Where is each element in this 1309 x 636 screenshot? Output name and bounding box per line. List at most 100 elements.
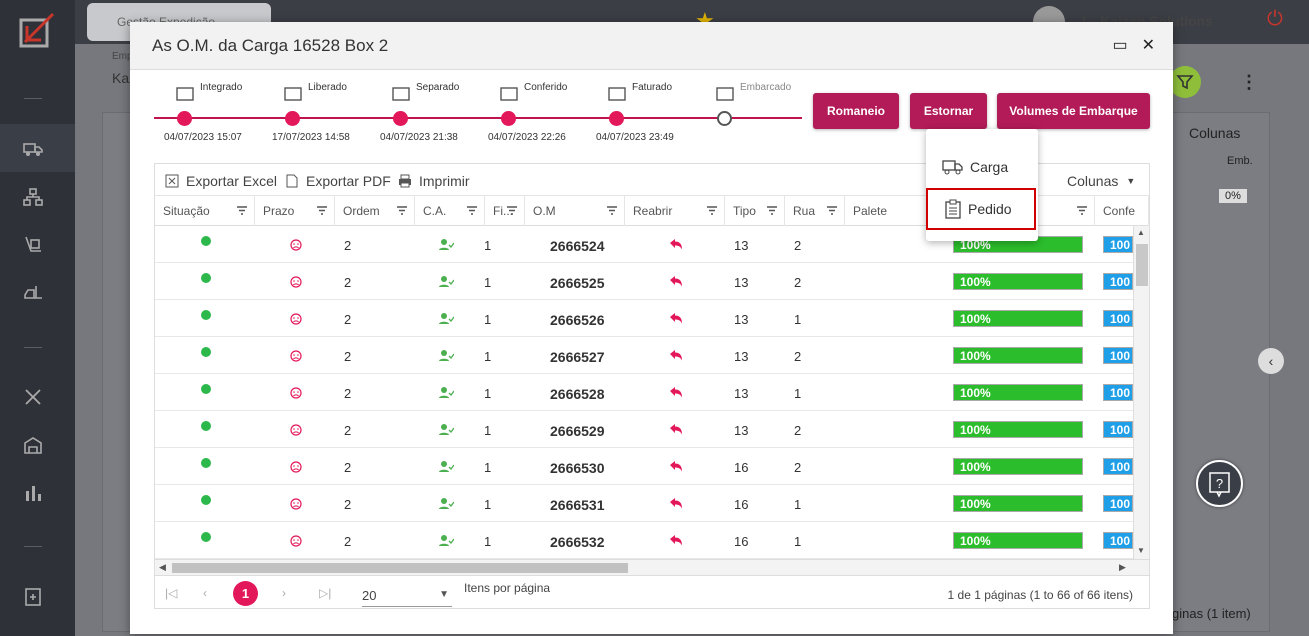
next-page-icon[interactable]: › — [282, 586, 286, 600]
reopen-icon[interactable] — [668, 459, 684, 475]
tools-icon[interactable] — [22, 386, 44, 408]
column-header[interactable]: Tipo — [725, 196, 785, 226]
modal-header: As O.M. da Carga 16528 Box 2 ▭ ✕ — [130, 22, 1173, 70]
current-page-button[interactable]: 1 — [233, 581, 258, 606]
status-ok-icon — [201, 495, 211, 505]
columns-menu[interactable]: Colunas ▼ — [1067, 173, 1135, 189]
export-icon[interactable] — [22, 586, 44, 608]
table-row[interactable]: 2 1 2666526 13 1 100% 100 — [155, 300, 1133, 337]
sidebar-divider — [24, 347, 42, 348]
cell-rua: 1 — [794, 497, 802, 512]
bar-chart-icon[interactable] — [22, 482, 44, 504]
more-menu-icon[interactable]: ⋮ — [1240, 72, 1258, 93]
cell-ordem: 2 — [344, 497, 352, 512]
table-row[interactable]: 2 1 2666531 16 1 100% 100 — [155, 485, 1133, 522]
om-modal: As O.M. da Carga 16528 Box 2 ▭ ✕ Integra… — [130, 22, 1173, 634]
filter-icon[interactable] — [607, 206, 617, 215]
filter-icon[interactable] — [507, 206, 517, 215]
network-icon[interactable] — [22, 186, 44, 208]
table-row[interactable]: 2 1 2666528 13 1 100% 100 — [155, 374, 1133, 411]
filter-icon[interactable] — [1077, 206, 1087, 215]
column-header[interactable]: Fi... — [485, 196, 525, 226]
reopen-icon[interactable] — [668, 274, 684, 290]
column-header[interactable]: Ordem — [335, 196, 415, 226]
reopen-icon[interactable] — [668, 533, 684, 549]
logout-icon[interactable]: ⏻ — [1267, 8, 1283, 31]
reopen-icon[interactable] — [668, 237, 684, 253]
truck-icon[interactable] — [22, 138, 44, 160]
filter-icon[interactable] — [707, 206, 717, 215]
dropdown-item-pedido[interactable]: Pedido — [926, 188, 1036, 230]
cell-rua: 1 — [794, 386, 802, 401]
scroll-left-icon[interactable]: ◀ — [159, 562, 166, 573]
status-ok-icon — [201, 532, 211, 542]
reopen-icon[interactable] — [668, 385, 684, 401]
print-label: Imprimir — [419, 173, 470, 189]
bg-footer-text: ginas (1 item) — [1172, 606, 1251, 621]
column-header[interactable]: O.M — [525, 196, 625, 226]
progress-bar: 100% — [953, 421, 1083, 438]
sad-face-icon — [290, 461, 302, 473]
conf-progress-bar: 100 — [1103, 532, 1133, 549]
filter-icon[interactable] — [827, 206, 837, 215]
romaneio-button[interactable]: Romaneio — [813, 93, 899, 129]
close-icon[interactable]: ✕ — [1142, 35, 1155, 55]
status-ok-icon — [201, 421, 211, 431]
cell-tipo: 13 — [734, 275, 749, 290]
cell-ordem: 2 — [344, 386, 352, 401]
reopen-icon[interactable] — [668, 422, 684, 438]
column-header[interactable]: Rua — [785, 196, 845, 226]
app-logo-icon[interactable] — [17, 12, 57, 52]
table-row[interactable]: 2 1 2666529 13 2 100% 100 — [155, 411, 1133, 448]
column-header[interactable]: Reabrir — [625, 196, 725, 226]
export-pdf-button[interactable]: Exportar PDF — [285, 173, 391, 189]
table-row[interactable]: 2 1 2666532 16 1 100% 100 — [155, 522, 1133, 559]
table-row[interactable]: 2 1 2666527 13 2 100% 100 — [155, 337, 1133, 374]
bg-colunas[interactable]: Colunas — [1189, 125, 1240, 141]
table-row[interactable]: 2 1 2666530 16 2 100% 100 — [155, 448, 1133, 485]
horizontal-scrollbar[interactable]: ◀ ▶ — [155, 559, 1149, 575]
print-button[interactable]: Imprimir — [398, 173, 470, 189]
filter-icon[interactable] — [317, 206, 327, 215]
maximize-icon[interactable]: ▭ — [1112, 35, 1127, 55]
last-page-icon[interactable]: ▷| — [319, 586, 331, 600]
column-header-label: Palete — [853, 204, 888, 218]
collapse-panel-icon[interactable]: ‹ — [1258, 348, 1284, 374]
warehouse-icon[interactable] — [22, 434, 44, 456]
dolly-icon[interactable] — [22, 234, 44, 256]
table-row[interactable]: 2 1 2666525 13 2 100% 100 — [155, 263, 1133, 300]
sad-face-icon — [290, 313, 302, 325]
vertical-scrollbar[interactable]: ▲ ▼ — [1133, 226, 1149, 559]
filter-icon[interactable] — [767, 206, 777, 215]
forklift-icon[interactable] — [22, 282, 44, 304]
first-page-icon[interactable]: |◁ — [165, 586, 177, 600]
reopen-icon[interactable] — [668, 496, 684, 512]
filter-icon[interactable] — [467, 206, 477, 215]
help-button[interactable]: ? — [1196, 460, 1243, 507]
scroll-up-icon[interactable]: ▲ — [1137, 228, 1145, 237]
scroll-down-icon[interactable]: ▼ — [1137, 546, 1145, 555]
estornar-button[interactable]: Estornar — [910, 93, 987, 129]
column-header[interactable]: Confe — [1095, 196, 1149, 226]
filter-icon[interactable] — [397, 206, 407, 215]
reopen-icon[interactable] — [668, 311, 684, 327]
timeline-dot — [717, 111, 732, 126]
export-excel-button[interactable]: Exportar Excel — [165, 173, 277, 189]
prev-page-icon[interactable]: ‹ — [203, 586, 207, 600]
column-header[interactable]: Prazo — [255, 196, 335, 226]
timeline-date: 04/07/2023 21:38 — [380, 132, 458, 143]
volumes-embarque-button[interactable]: Volumes de Embarque — [997, 93, 1150, 129]
vertical-scroll-thumb[interactable] — [1136, 244, 1148, 286]
horizontal-scroll-thumb[interactable] — [172, 563, 628, 573]
column-header[interactable]: Situação — [155, 196, 255, 226]
reopen-icon[interactable] — [668, 348, 684, 364]
filter-button[interactable] — [1169, 66, 1201, 98]
dropdown-item-carga[interactable]: Carga — [926, 146, 1038, 188]
progress-bar: 100% — [953, 273, 1083, 290]
column-header-label: Confe — [1103, 204, 1136, 218]
scroll-right-icon[interactable]: ▶ — [1119, 562, 1126, 573]
filter-icon[interactable] — [237, 206, 247, 215]
page-size-select[interactable]: 20 ▼ — [362, 582, 452, 607]
column-header[interactable]: C.A. — [415, 196, 485, 226]
cell-om: 2666528 — [550, 386, 605, 402]
